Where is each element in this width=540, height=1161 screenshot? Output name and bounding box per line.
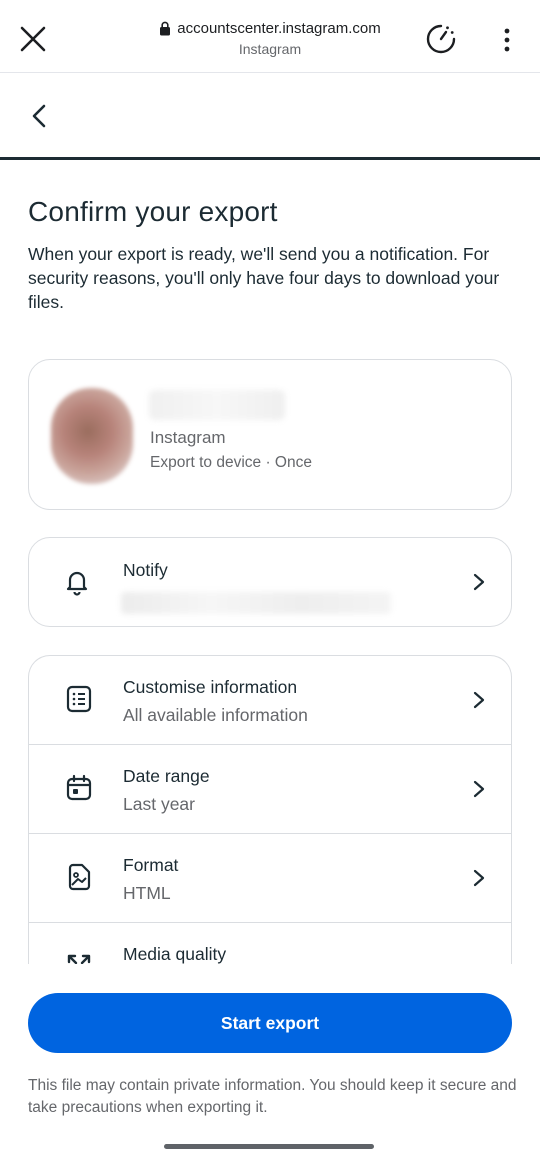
account-card: Instagram Export to device · Once bbox=[28, 359, 512, 510]
lock-icon bbox=[160, 21, 171, 36]
redacted-email bbox=[121, 592, 391, 614]
more-options-icon[interactable] bbox=[498, 26, 516, 54]
chevron-right-icon bbox=[473, 691, 485, 709]
setting-value: All available information bbox=[123, 705, 308, 725]
export-details: Export to device · Once bbox=[150, 454, 312, 471]
account-app-name: Instagram bbox=[150, 428, 226, 447]
chevron-right-icon bbox=[473, 869, 485, 887]
privacy-note: This file may contain private informatio… bbox=[28, 1077, 517, 1116]
start-export-button[interactable]: Start export bbox=[28, 993, 512, 1053]
chevron-right-icon bbox=[473, 573, 485, 591]
setting-value: HTML bbox=[123, 883, 171, 903]
setting-title: Format bbox=[123, 855, 179, 875]
export-settings-card: Customise information All available info… bbox=[28, 655, 512, 985]
setting-title: Customise information bbox=[123, 677, 298, 697]
intro-text: When your export is ready, we'll send yo… bbox=[28, 244, 500, 312]
avatar bbox=[51, 388, 133, 484]
bell-icon bbox=[66, 571, 88, 596]
image-file-icon bbox=[68, 863, 91, 891]
setting-value: Last year bbox=[123, 794, 195, 814]
browser-top-bar: accountscenter.instagram.com Instagram bbox=[0, 0, 540, 73]
setting-row-date-range[interactable]: Date range Last year bbox=[29, 745, 511, 834]
close-icon[interactable] bbox=[18, 24, 48, 54]
address-bar[interactable]: accountscenter.instagram.com Instagram bbox=[120, 20, 420, 57]
calendar-icon bbox=[66, 774, 92, 801]
setting-title: Media quality bbox=[123, 944, 227, 964]
scroll-fade bbox=[0, 964, 540, 994]
url-text: accountscenter.instagram.com bbox=[177, 20, 381, 37]
notify-title: Notify bbox=[123, 560, 168, 580]
home-indicator[interactable] bbox=[164, 1144, 374, 1149]
setting-row-format[interactable]: Format HTML bbox=[29, 834, 511, 923]
speed-dial-icon[interactable] bbox=[424, 22, 458, 56]
back-arrow-icon[interactable] bbox=[26, 102, 54, 130]
notify-row[interactable]: Notify bbox=[28, 537, 512, 627]
setting-title: Date range bbox=[123, 766, 210, 786]
header-divider bbox=[0, 157, 540, 160]
page-title: Confirm your export bbox=[28, 196, 278, 227]
setting-row-customise-information[interactable]: Customise information All available info… bbox=[29, 656, 511, 745]
chevron-right-icon bbox=[473, 780, 485, 798]
list-document-icon bbox=[66, 685, 92, 713]
site-name: Instagram bbox=[238, 41, 302, 57]
redacted-username bbox=[149, 390, 285, 420]
